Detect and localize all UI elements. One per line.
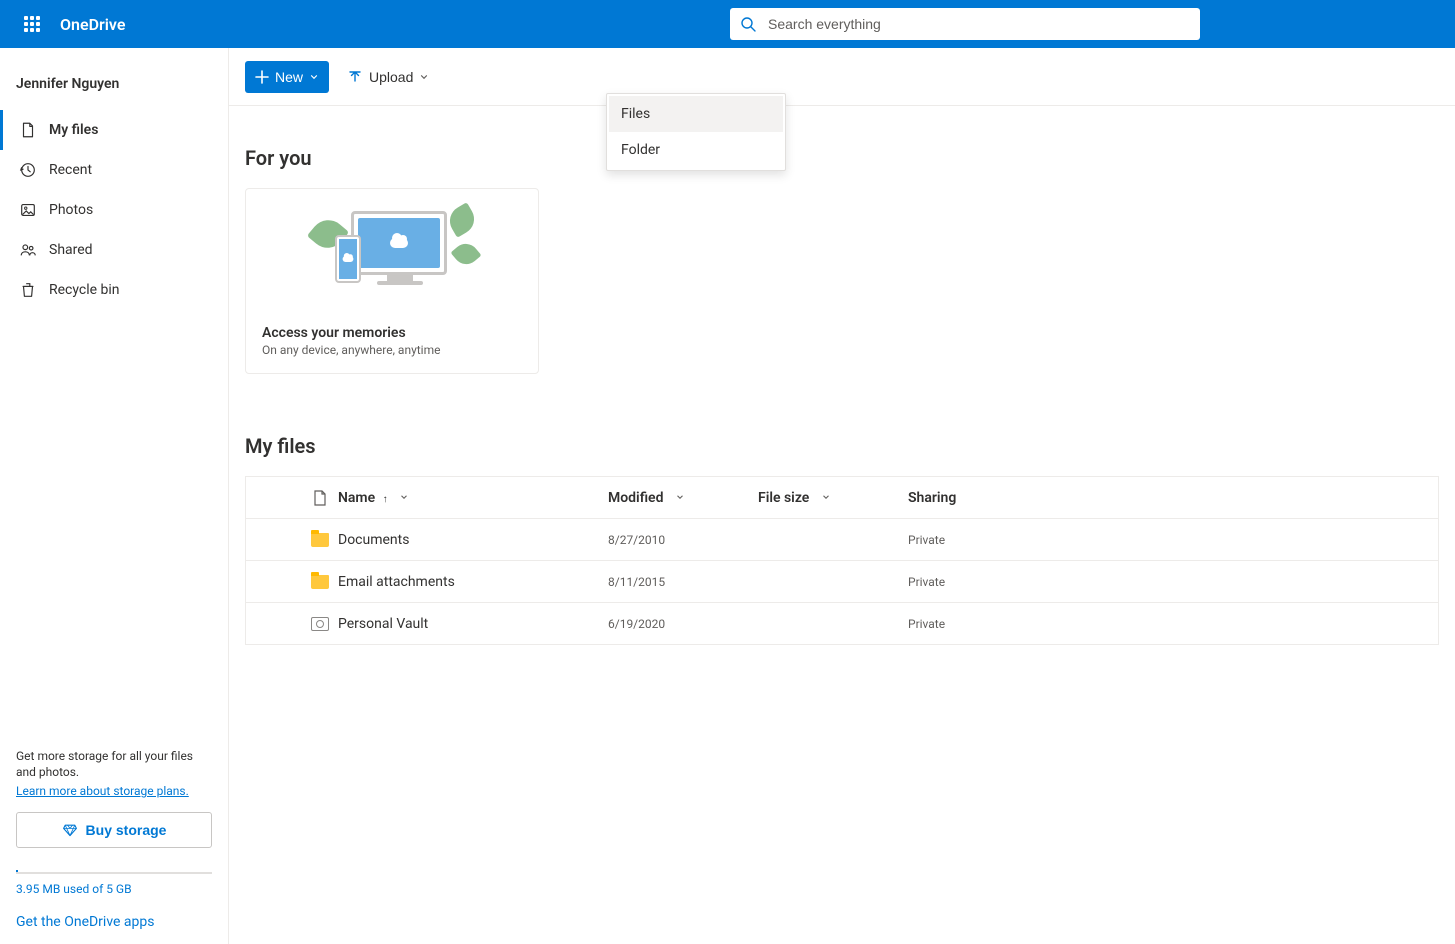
header: OneDrive xyxy=(0,0,1455,48)
file-name: Documents xyxy=(338,532,608,548)
people-icon xyxy=(19,241,37,259)
file-modified: 6/19/2020 xyxy=(608,617,758,631)
nav-recent[interactable]: Recent xyxy=(0,150,228,190)
nav-label: Shared xyxy=(49,242,93,258)
storage-progress-bar xyxy=(16,872,212,874)
command-bar: New Upload xyxy=(229,48,1455,106)
nav-my-files[interactable]: My files xyxy=(0,110,228,150)
clock-icon xyxy=(19,161,37,179)
buy-storage-button[interactable]: Buy storage xyxy=(16,812,212,848)
memories-illustration xyxy=(246,189,538,309)
chevron-down-icon xyxy=(399,492,409,502)
memories-card-title: Access your memories xyxy=(262,325,522,341)
sort-ascending-icon: ↑ xyxy=(383,494,388,505)
buy-storage-label: Buy storage xyxy=(86,822,167,838)
new-label: New xyxy=(275,69,303,85)
table-row[interactable]: Email attachments 8/11/2015 Private xyxy=(246,561,1438,603)
file-modified: 8/27/2010 xyxy=(608,533,758,547)
waffle-icon xyxy=(24,16,40,32)
file-icon xyxy=(19,121,37,139)
storage-used-text: 3.95 MB used of 5 GB xyxy=(16,882,132,896)
file-sharing: Private xyxy=(908,533,1068,547)
file-modified: 8/11/2015 xyxy=(608,575,758,589)
photo-icon xyxy=(19,201,37,219)
for-you-title: For you xyxy=(245,146,1439,170)
nav-label: Photos xyxy=(49,202,93,218)
file-sharing: Private xyxy=(908,617,1068,631)
dropdown-label: Files xyxy=(621,106,650,122)
nav-label: My files xyxy=(49,122,98,138)
files-table: Name ↑ Modified File size xyxy=(245,476,1439,645)
plus-icon xyxy=(255,70,269,84)
memories-card-subtitle: On any device, anywhere, anytime xyxy=(262,343,522,357)
storage-message: Get more storage for all your files and … xyxy=(16,748,212,780)
table-row[interactable]: Documents 8/27/2010 Private xyxy=(246,519,1438,561)
my-files-title: My files xyxy=(245,434,1439,458)
nav-shared[interactable]: Shared xyxy=(0,230,228,270)
upload-dropdown: Files Folder xyxy=(606,93,786,171)
column-name-header[interactable]: Name ↑ xyxy=(338,490,608,506)
storage-plans-link[interactable]: Learn more about storage plans. xyxy=(16,784,189,798)
app-name: OneDrive xyxy=(60,15,125,34)
app-launcher-button[interactable] xyxy=(8,0,56,48)
search-box[interactable] xyxy=(730,8,1200,40)
nav-label: Recycle bin xyxy=(49,282,120,298)
main-content: New Upload Files Folder xyxy=(229,48,1455,944)
search-input[interactable] xyxy=(768,16,1190,32)
table-row[interactable]: Personal Vault 6/19/2020 Private xyxy=(246,603,1438,645)
file-name: Email attachments xyxy=(338,574,608,590)
nav-recycle-bin[interactable]: Recycle bin xyxy=(0,270,228,310)
sidebar: Jennifer Nguyen My files Recent Photos xyxy=(0,48,229,944)
new-button[interactable]: New xyxy=(245,61,329,93)
search-icon xyxy=(740,16,756,32)
column-modified-header[interactable]: Modified xyxy=(608,490,758,506)
upload-button[interactable]: Upload xyxy=(339,61,437,93)
folder-icon xyxy=(311,533,329,547)
folder-icon xyxy=(311,575,329,589)
column-size-header[interactable]: File size xyxy=(758,490,908,506)
chevron-down-icon xyxy=(309,72,319,82)
memories-card[interactable]: Access your memories On any device, anyw… xyxy=(245,188,539,374)
chevron-down-icon xyxy=(821,492,831,502)
upload-icon xyxy=(347,69,363,85)
user-name: Jennifer Nguyen xyxy=(0,66,228,110)
chevron-down-icon xyxy=(419,72,429,82)
get-apps-link[interactable]: Get the OneDrive apps xyxy=(16,914,212,930)
upload-label: Upload xyxy=(369,69,413,85)
column-sharing-header[interactable]: Sharing xyxy=(908,490,1068,506)
vault-icon xyxy=(311,617,329,631)
trash-icon xyxy=(19,281,37,299)
chevron-down-icon xyxy=(675,492,685,502)
table-header: Name ↑ Modified File size xyxy=(246,477,1438,519)
nav-label: Recent xyxy=(49,162,92,178)
file-type-icon xyxy=(313,490,327,506)
nav-photos[interactable]: Photos xyxy=(0,190,228,230)
upload-folder-item[interactable]: Folder xyxy=(609,132,783,168)
dropdown-label: Folder xyxy=(621,142,660,158)
file-name: Personal Vault xyxy=(338,616,608,632)
upload-files-item[interactable]: Files xyxy=(609,96,783,132)
file-sharing: Private xyxy=(908,575,1068,589)
diamond-icon xyxy=(62,822,78,838)
